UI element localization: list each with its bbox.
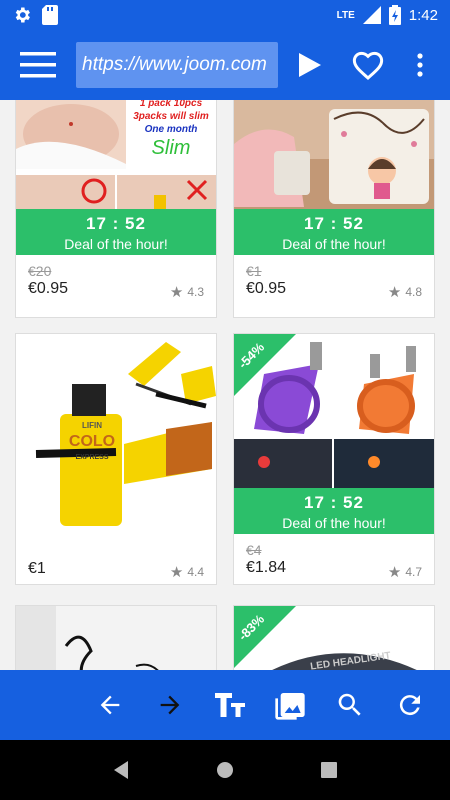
hamburger-icon bbox=[20, 52, 56, 78]
deal-timer: 17 : 52 bbox=[304, 493, 364, 512]
image-icon bbox=[275, 693, 305, 720]
star-icon: ★ bbox=[387, 284, 402, 301]
deal-label: Deal of the hour! bbox=[282, 515, 386, 531]
clock: 1:42 bbox=[408, 6, 438, 24]
box-text: LIFIN COLO EXPRESS bbox=[68, 421, 116, 461]
forward-button[interactable] bbox=[140, 670, 200, 740]
rating: ★ 4.4 bbox=[169, 564, 204, 581]
go-button[interactable] bbox=[278, 30, 342, 100]
deal-timer: 17 : 52 bbox=[304, 214, 364, 233]
product-card[interactable]: -54% 17 : 52 Deal of the hour! €4 €1.84 … bbox=[233, 333, 435, 585]
text-size-icon bbox=[215, 693, 245, 717]
rating: ★ 4.7 bbox=[387, 564, 422, 581]
price: €0.95 bbox=[246, 280, 287, 297]
price: €0.95 bbox=[28, 280, 69, 297]
deal-banner: 17 : 52 Deal of the hour! bbox=[16, 209, 216, 255]
rating: ★ 4.3 bbox=[169, 284, 204, 301]
product-grid: 1 pack 10pcs 3packs will slim One month … bbox=[0, 100, 450, 670]
product-card[interactable]: 17 : 52 Deal of the hour! €1 €0.95 ★ 4.8 bbox=[233, 100, 435, 318]
product-image: LIFIN COLO EXPRESS bbox=[16, 334, 216, 534]
old-price: €4 bbox=[246, 542, 262, 558]
settings-icon bbox=[15, 7, 30, 23]
deal-banner: 17 : 52 Deal of the hour! bbox=[234, 488, 434, 534]
signal-icon bbox=[362, 6, 381, 24]
old-price: €1 bbox=[246, 263, 262, 279]
heart-icon bbox=[352, 51, 384, 80]
network-type: LTE bbox=[336, 9, 355, 21]
search-icon bbox=[338, 693, 361, 716]
product-card[interactable] bbox=[15, 605, 217, 670]
discount-badge: -83% bbox=[234, 606, 314, 670]
discount-badge: -54% bbox=[234, 334, 314, 414]
favorite-button[interactable] bbox=[342, 30, 394, 100]
nav-home-icon[interactable] bbox=[215, 760, 235, 780]
arrow-back-icon bbox=[100, 695, 120, 715]
product-image bbox=[16, 606, 216, 670]
product-image bbox=[234, 100, 434, 209]
product-card[interactable]: LED HEADLIGHT -83% bbox=[233, 605, 435, 670]
product-card[interactable]: LIFIN COLO EXPRESS €1 ★ 4.4 bbox=[15, 333, 217, 585]
battery-icon bbox=[388, 5, 401, 25]
star-icon: ★ bbox=[387, 564, 402, 581]
overflow-menu-button[interactable] bbox=[394, 30, 446, 100]
status-bar: LTE 1:42 bbox=[0, 0, 450, 30]
play-icon bbox=[299, 53, 321, 77]
back-button[interactable] bbox=[80, 670, 140, 740]
deal-timer: 17 : 52 bbox=[86, 214, 146, 233]
system-nav-bar bbox=[0, 740, 450, 800]
product-card[interactable]: 1 pack 10pcs 3packs will slim One month … bbox=[15, 100, 217, 318]
nav-recents-icon[interactable] bbox=[320, 761, 338, 779]
star-icon: ★ bbox=[169, 564, 184, 581]
rating: ★ 4.8 bbox=[387, 284, 422, 301]
bottom-toolbar bbox=[0, 670, 450, 740]
refresh-icon bbox=[399, 695, 420, 716]
ad-text: 1 pack 10pcs 3packs will slim One month … bbox=[133, 100, 209, 159]
url-field[interactable]: https://www.joom.com bbox=[76, 42, 278, 88]
text-size-button[interactable] bbox=[200, 670, 260, 740]
image-button[interactable] bbox=[260, 670, 320, 740]
price: €1.84 bbox=[246, 559, 287, 576]
reload-button[interactable] bbox=[380, 670, 440, 740]
price: €1 bbox=[28, 560, 46, 577]
browser-toolbar: https://www.joom.com bbox=[0, 30, 450, 100]
deal-label: Deal of the hour! bbox=[64, 236, 168, 252]
deal-label: Deal of the hour! bbox=[282, 236, 386, 252]
more-vert-icon bbox=[417, 53, 423, 77]
arrow-forward-icon bbox=[160, 695, 180, 715]
search-button[interactable] bbox=[320, 670, 380, 740]
old-price: €20 bbox=[28, 263, 52, 279]
star-icon: ★ bbox=[169, 284, 184, 301]
deal-banner: 17 : 52 Deal of the hour! bbox=[234, 209, 434, 255]
product-image: 1 pack 10pcs 3packs will slim One month … bbox=[16, 100, 216, 209]
menu-button[interactable] bbox=[0, 30, 76, 100]
nav-back-icon[interactable] bbox=[112, 760, 130, 780]
sd-card-icon bbox=[42, 5, 58, 25]
